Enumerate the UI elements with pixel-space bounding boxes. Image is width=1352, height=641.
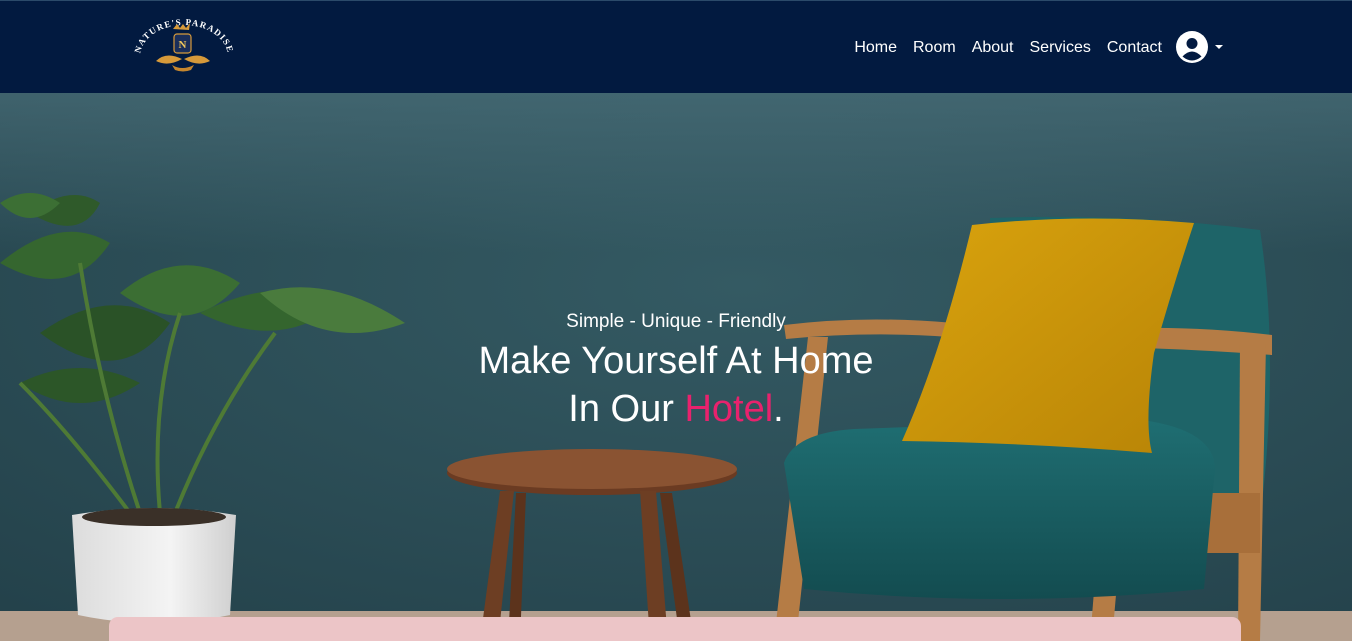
brand-logo[interactable]: NATURE'S PARADISE N xyxy=(128,15,238,79)
hero-section: Simple - Unique - Friendly Make Yourself… xyxy=(0,93,1352,641)
nav-room-link[interactable]: Room xyxy=(913,39,956,56)
user-circle-icon xyxy=(1176,31,1208,63)
caret-down-icon xyxy=(1215,45,1223,49)
user-menu-toggle[interactable] xyxy=(1176,31,1223,63)
hero-text-block: Simple - Unique - Friendly Make Yourself… xyxy=(376,310,976,433)
hero-headline-line2: In Our Hotel. xyxy=(376,385,976,433)
svg-text:N: N xyxy=(179,39,187,51)
nav-home-link[interactable]: Home xyxy=(854,39,897,56)
hero-headline-accent: Hotel xyxy=(684,388,774,430)
hero-headline-prefix: In Our xyxy=(568,388,685,430)
booking-panel xyxy=(109,617,1241,641)
main-nav: Home Room About Services Contact xyxy=(854,1,1162,94)
hero-headline-suffix: . xyxy=(773,388,784,430)
hero-headline: Make Yourself At Home In Our Hotel. xyxy=(376,337,976,433)
top-navbar: NATURE'S PARADISE N Home Room About Serv… xyxy=(0,0,1352,93)
nav-contact-link[interactable]: Contact xyxy=(1107,39,1162,56)
hero-headline-line1: Make Yourself At Home xyxy=(478,340,874,382)
nav-about-link[interactable]: About xyxy=(972,39,1014,56)
nav-services-link[interactable]: Services xyxy=(1030,39,1091,56)
crest-logo-icon: NATURE'S PARADISE N xyxy=(132,17,234,72)
hero-tagline: Simple - Unique - Friendly xyxy=(566,311,786,332)
